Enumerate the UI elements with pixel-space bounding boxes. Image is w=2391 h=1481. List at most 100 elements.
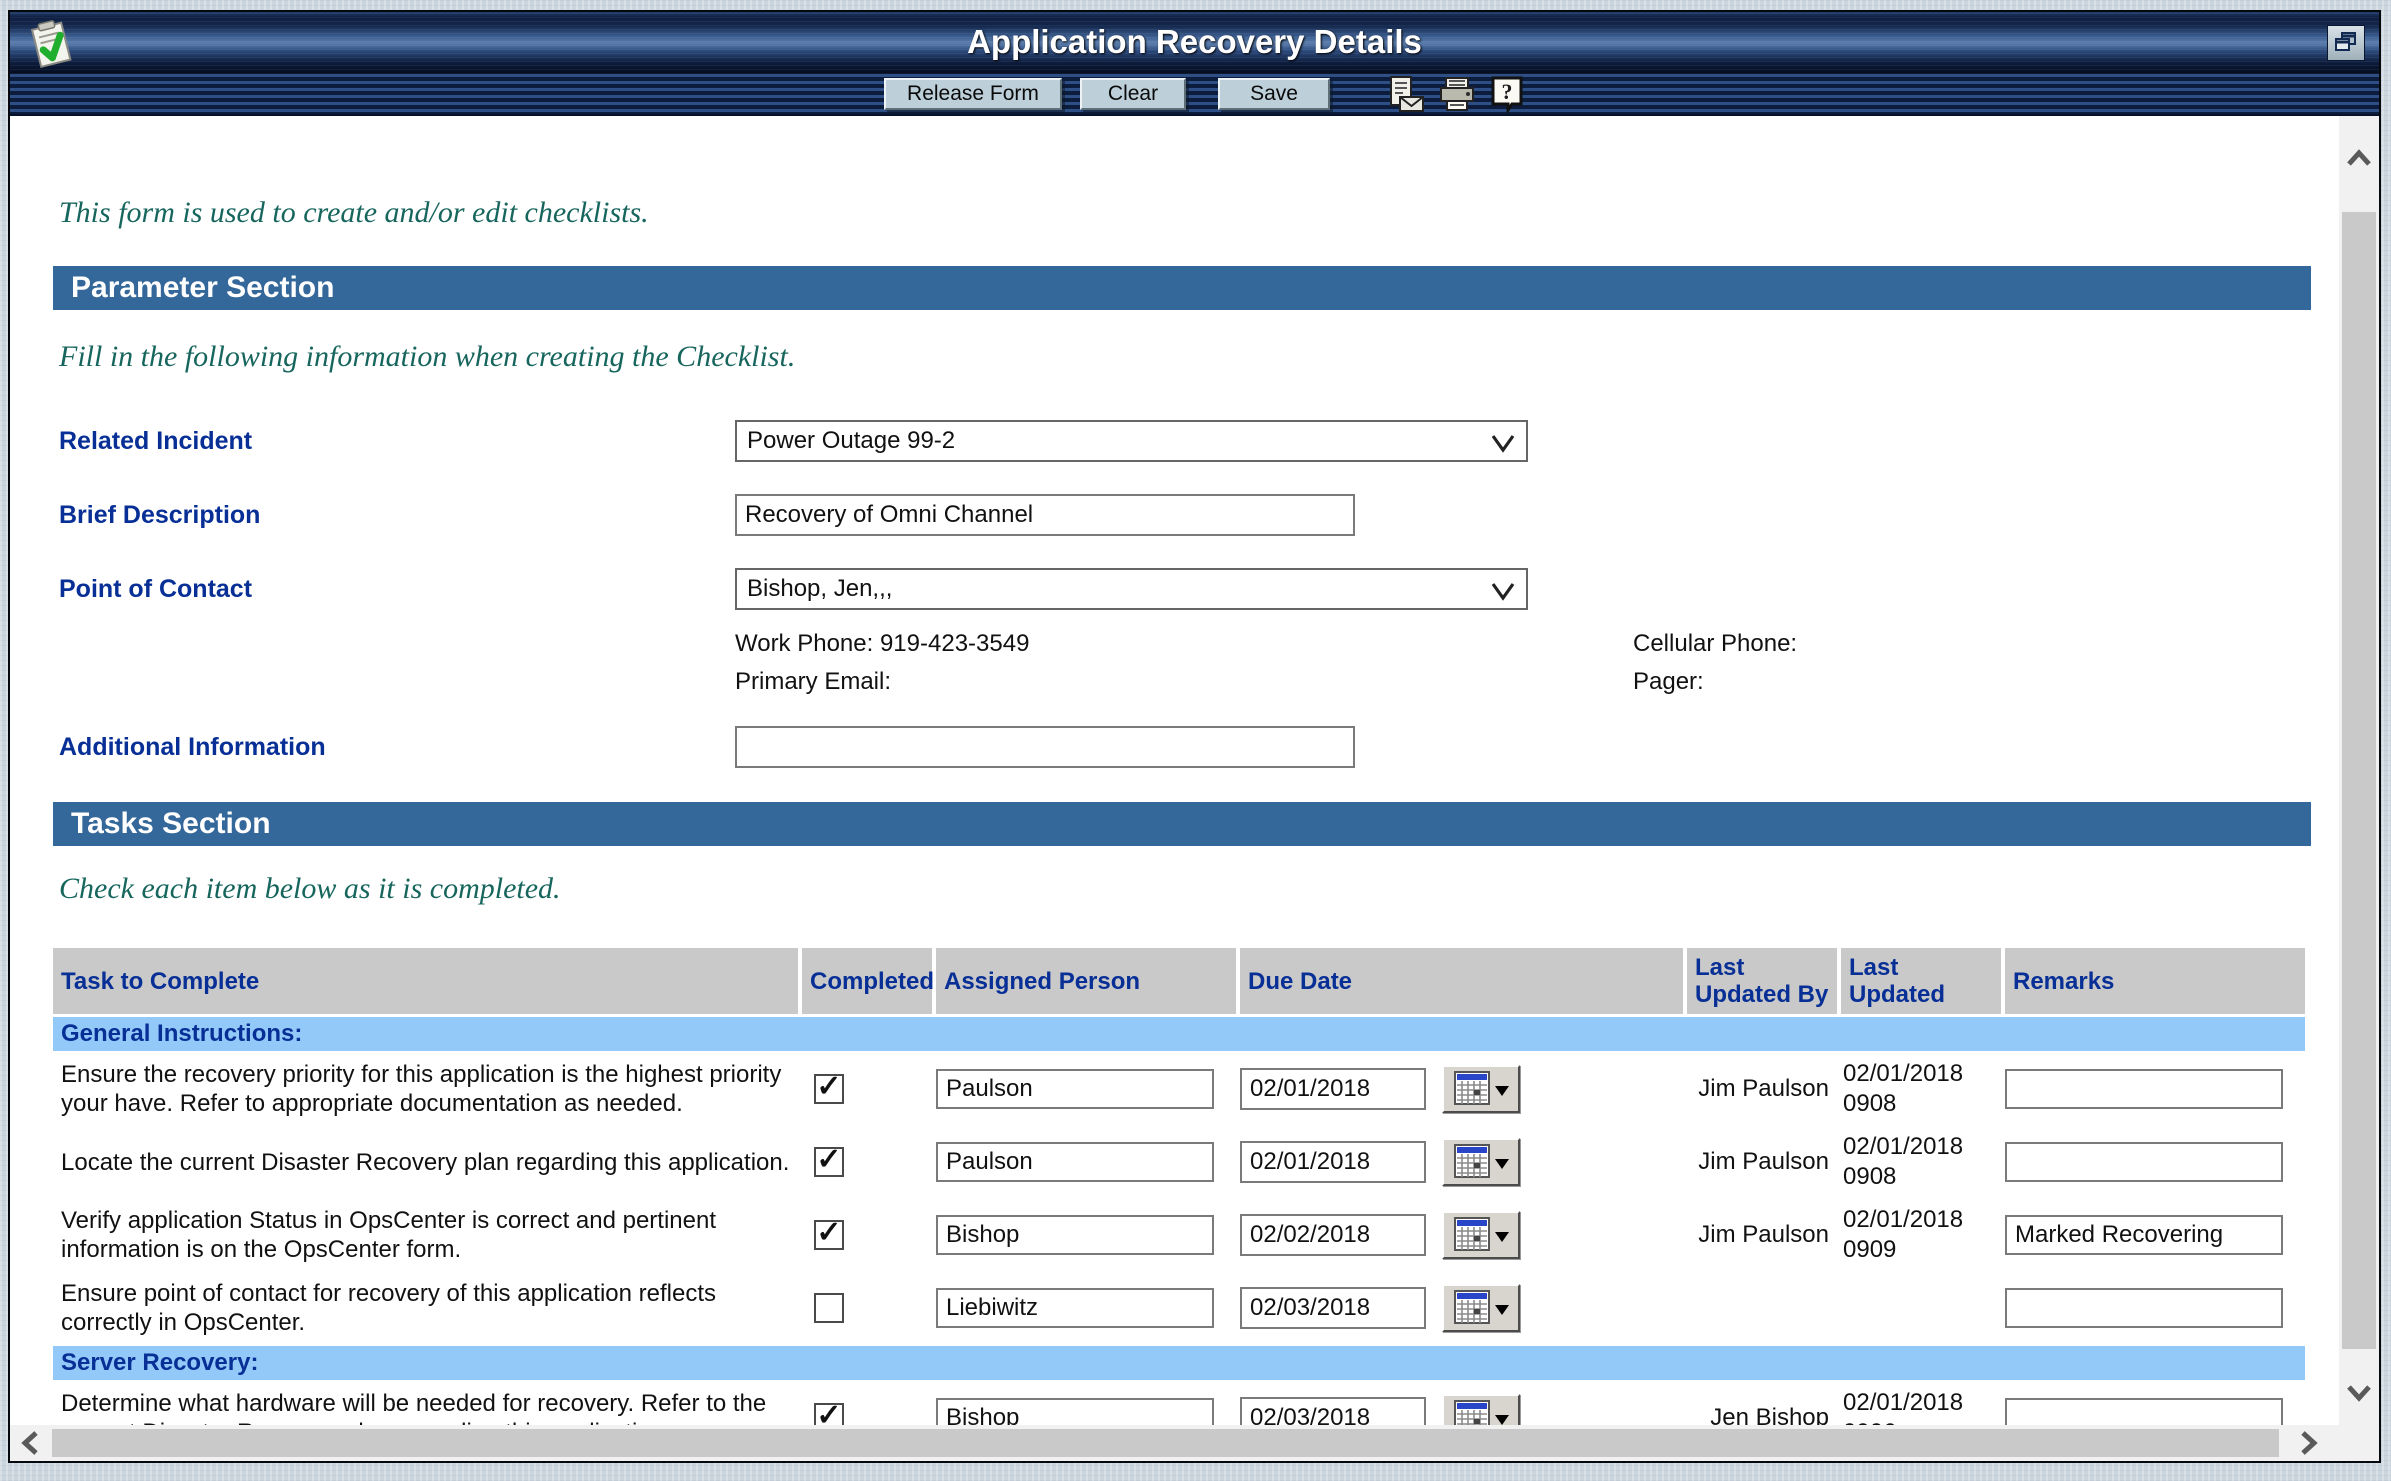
calendar-picker-button[interactable]	[1442, 1284, 1520, 1332]
column-header-updated: Last Updated	[1841, 948, 2001, 1014]
forward-document-icon[interactable]	[1388, 75, 1426, 113]
tasks-instruction: Check each item below as it is completed…	[59, 872, 2311, 906]
remarks-cell	[2005, 1127, 2305, 1197]
horizontal-scroll-thumb[interactable]	[52, 1429, 2279, 1457]
column-header-completed: Completed	[802, 948, 932, 1014]
tasks-section-header: Tasks Section	[53, 802, 2311, 846]
due-date-cell	[1240, 1127, 1683, 1197]
remarks-input[interactable]	[2005, 1288, 2283, 1328]
last-updated: 02/01/2018 0908	[1841, 1127, 2001, 1197]
column-header-updated-by: Last Updated By	[1687, 948, 1837, 1014]
due-date-input[interactable]	[1240, 1068, 1426, 1110]
calendar-icon	[1454, 1290, 1490, 1327]
completed-cell	[802, 1054, 932, 1124]
vertical-scroll-thumb[interactable]	[2342, 212, 2376, 1349]
save-button[interactable]: Save	[1218, 78, 1330, 110]
release-form-button[interactable]: Release Form	[884, 78, 1062, 110]
completed-checkbox[interactable]	[814, 1220, 844, 1250]
work-phone-text: Work Phone: 919-423-3549	[735, 630, 1633, 658]
due-date-input[interactable]	[1240, 1141, 1426, 1183]
dropdown-arrow-icon	[1495, 1159, 1509, 1176]
remarks-cell	[2005, 1273, 2305, 1343]
vertical-scrollbar[interactable]	[2339, 116, 2379, 1461]
calendar-picker-button[interactable]	[1442, 1211, 1520, 1259]
task-group-header: Server Recovery:	[53, 1346, 2305, 1380]
clear-button[interactable]: Clear	[1080, 78, 1186, 110]
point-of-contact-select[interactable]: Bishop, Jen,,,	[735, 568, 1528, 610]
last-updated-by: Jim Paulson	[1687, 1127, 1837, 1197]
last-updated	[1841, 1273, 2001, 1343]
column-header-assigned: Assigned Person	[936, 948, 1236, 1014]
svg-text:?: ?	[1502, 79, 1513, 104]
dropdown-arrow-icon	[1495, 1305, 1509, 1322]
brief-description-label: Brief Description	[53, 501, 735, 530]
remarks-cell	[2005, 1200, 2305, 1270]
scroll-right-icon[interactable]	[2295, 1430, 2321, 1456]
scroll-up-icon[interactable]	[2346, 146, 2372, 172]
related-incident-value: Power Outage 99-2	[737, 427, 955, 455]
remarks-input[interactable]	[2005, 1069, 2283, 1109]
title-bar: Application Recovery Details	[10, 12, 2379, 74]
remarks-input[interactable]	[2005, 1215, 2283, 1255]
horizontal-scrollbar[interactable]	[10, 1425, 2339, 1461]
restore-icon	[2333, 30, 2359, 57]
assigned-cell	[936, 1127, 1236, 1197]
related-incident-select[interactable]: Power Outage 99-2	[735, 420, 1528, 462]
additional-information-input[interactable]	[735, 726, 1355, 768]
task-text: Ensure point of contact for recovery of …	[53, 1273, 798, 1343]
last-updated-by: Jen Bishop	[1687, 1383, 1837, 1425]
assigned-cell	[936, 1054, 1236, 1124]
point-of-contact-label: Point of Contact	[53, 575, 735, 604]
calendar-picker-button[interactable]	[1442, 1138, 1520, 1186]
scroll-left-icon[interactable]	[18, 1430, 44, 1456]
last-updated-by	[1687, 1273, 1837, 1343]
due-date-input[interactable]	[1240, 1214, 1426, 1256]
assigned-person-input[interactable]	[936, 1398, 1214, 1425]
form-intro-note: This form is used to create and/or edit …	[59, 196, 2311, 230]
remarks-cell	[2005, 1383, 2305, 1425]
remarks-input[interactable]	[2005, 1142, 2283, 1182]
contact-info: Work Phone: 919-423-3549 Cellular Phone:…	[735, 630, 2311, 696]
completed-checkbox[interactable]	[814, 1147, 844, 1177]
toolbar-icons: ?	[1388, 75, 1526, 113]
chevron-down-icon	[1490, 430, 1516, 456]
window-title: Application Recovery Details	[10, 12, 2379, 74]
restore-window-button[interactable]	[2327, 25, 2365, 61]
scroll-down-icon[interactable]	[2346, 1379, 2372, 1405]
remarks-cell	[2005, 1054, 2305, 1124]
brief-description-input[interactable]	[735, 494, 1355, 536]
help-icon[interactable]: ?	[1488, 75, 1526, 113]
calendar-picker-button[interactable]	[1442, 1065, 1520, 1113]
task-text: Determine what hardware will be needed f…	[53, 1383, 798, 1425]
completed-checkbox[interactable]	[814, 1403, 844, 1425]
task-text: Ensure the recovery priority for this ap…	[53, 1054, 798, 1124]
print-icon[interactable]	[1438, 75, 1476, 113]
task-text: Verify application Status in OpsCenter i…	[53, 1200, 798, 1270]
calendar-picker-button[interactable]	[1442, 1394, 1520, 1425]
calendar-icon	[1454, 1144, 1490, 1181]
primary-email-text: Primary Email:	[735, 668, 1633, 696]
due-date-input[interactable]	[1240, 1287, 1426, 1329]
assigned-person-input[interactable]	[936, 1142, 1214, 1182]
completed-checkbox[interactable]	[814, 1074, 844, 1104]
chevron-down-icon	[1490, 578, 1516, 604]
assigned-person-input[interactable]	[936, 1288, 1214, 1328]
due-date-input[interactable]	[1240, 1397, 1426, 1425]
assigned-person-input[interactable]	[936, 1215, 1214, 1255]
column-header-due: Due Date	[1240, 948, 1683, 1014]
tasks-section-title: Tasks Section	[71, 807, 271, 841]
related-incident-label: Related Incident	[53, 427, 735, 456]
remarks-input[interactable]	[2005, 1398, 2283, 1425]
calendar-icon	[1454, 1071, 1490, 1108]
assigned-cell	[936, 1200, 1236, 1270]
completed-checkbox[interactable]	[814, 1293, 844, 1323]
dropdown-arrow-icon	[1495, 1415, 1509, 1426]
pager-text: Pager:	[1633, 668, 2311, 696]
last-updated: 02/01/2018 0906	[1841, 1383, 2001, 1425]
column-header-remarks: Remarks	[2005, 948, 2305, 1014]
dropdown-arrow-icon	[1495, 1232, 1509, 1249]
task-text: Locate the current Disaster Recovery pla…	[53, 1127, 798, 1197]
task-group-header: General Instructions:	[53, 1017, 2305, 1051]
assigned-person-input[interactable]	[936, 1069, 1214, 1109]
completed-cell	[802, 1127, 932, 1197]
